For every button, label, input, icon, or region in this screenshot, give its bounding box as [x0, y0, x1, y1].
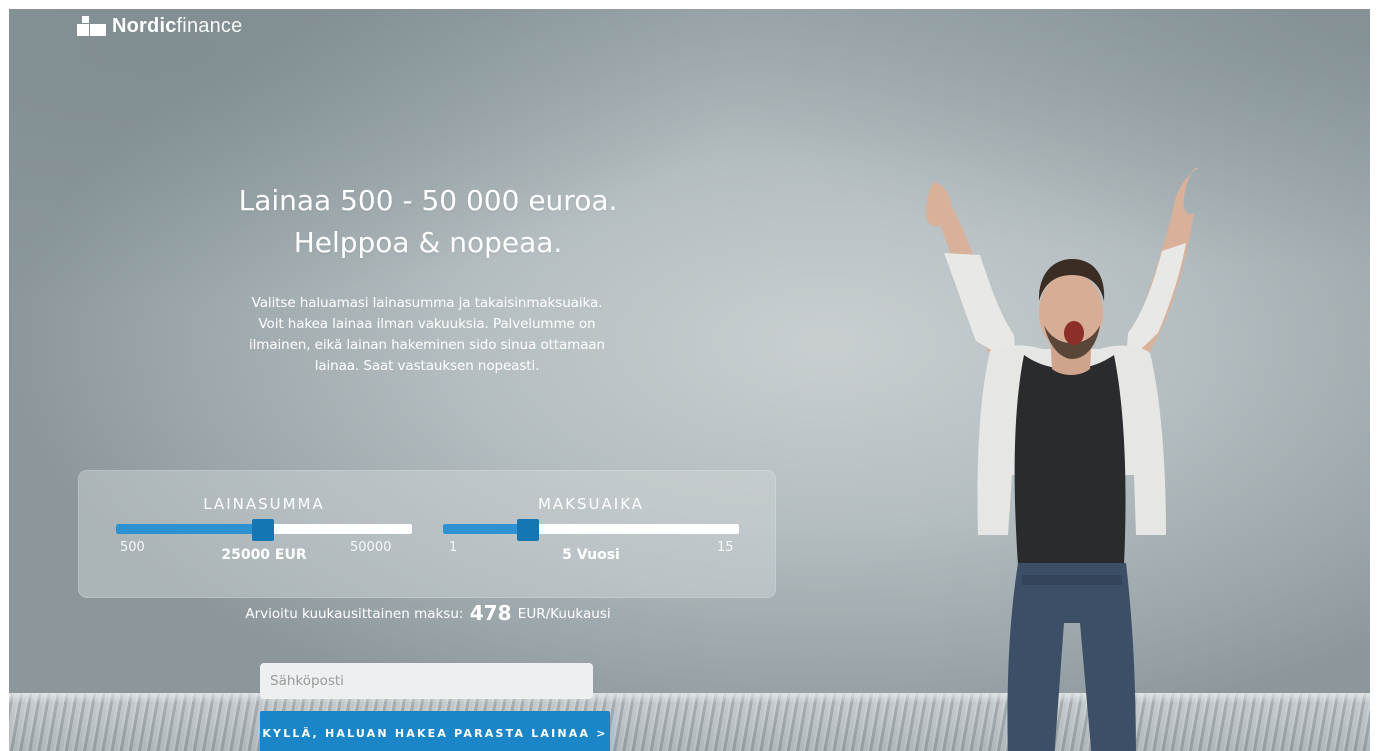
- hero-section: Nordicfinance Lainaa 500 - 50 000 euroa.…: [9, 9, 1370, 751]
- logo-squares-icon: [77, 15, 107, 38]
- term-value-label: 5 Vuosi: [562, 547, 620, 563]
- loan-calculator-panel: LAINASUMMA 500 50000 25000 EUR MAKSUAIKA…: [78, 470, 776, 598]
- amount-slider-track[interactable]: [116, 519, 412, 541]
- intro-text: Valitse haluamasi lainasumma ja takaisin…: [248, 295, 606, 374]
- monthly-payment-estimate: Arvioitu kuukausittainen maksu: 478 EUR/…: [168, 601, 688, 625]
- brand-name-bold: Nordic: [112, 15, 177, 37]
- monthly-prefix: Arvioitu kuukausittainen maksu:: [245, 606, 464, 622]
- page-headline: Lainaa 500 - 50 000 euroa. Helppoa & nop…: [168, 180, 688, 264]
- brand-name-light: finance: [176, 15, 243, 37]
- amount-slider-title: LAINASUMMA: [203, 495, 325, 513]
- amount-value-label: 25000 EUR: [221, 547, 307, 563]
- brand-name: Nordicfinance: [112, 15, 242, 38]
- email-field[interactable]: [260, 663, 593, 699]
- term-slider-track[interactable]: [443, 519, 739, 541]
- amount-slider-fill: [116, 524, 263, 534]
- headline-line-1: Lainaa 500 - 50 000 euroa.: [238, 184, 618, 217]
- cheering-man-photo: [925, 167, 1198, 751]
- term-slider-title: MAKSUAIKA: [537, 495, 645, 513]
- amount-slider-handle[interactable]: [252, 519, 274, 541]
- term-slider-handle[interactable]: [517, 519, 539, 541]
- apply-loan-button[interactable]: KYLLÄ, HALUAN HAKEA PARASTA LAINAA >: [260, 711, 610, 751]
- brand-logo[interactable]: Nordicfinance: [77, 15, 242, 38]
- headline-line-2: Helppoa & nopeaa.: [293, 226, 563, 259]
- term-slider-fill: [443, 524, 528, 534]
- monthly-amount: 478: [469, 601, 512, 625]
- monthly-suffix: EUR/Kuukausi: [517, 606, 611, 622]
